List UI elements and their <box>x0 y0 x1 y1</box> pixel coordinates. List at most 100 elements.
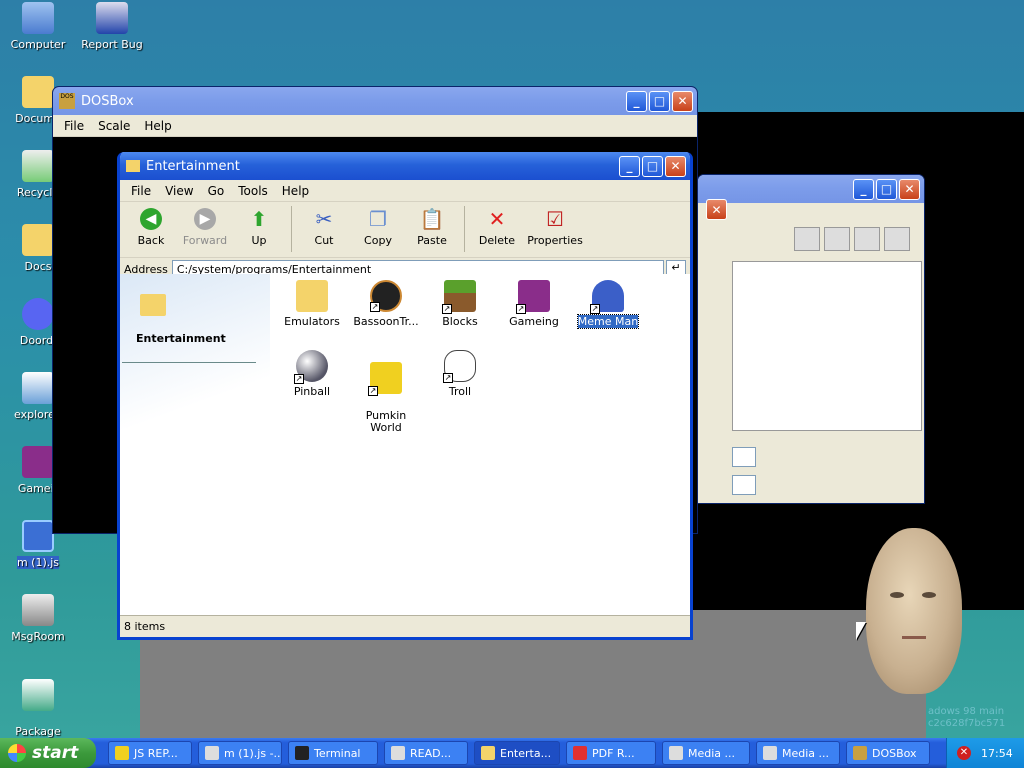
background-dialog-window[interactable]: _ □ ✕ <box>697 174 925 504</box>
minimize-button[interactable]: _ <box>626 90 647 112</box>
delete-x-icon: ✕ <box>488 207 506 231</box>
start-button[interactable]: start <box>0 738 96 768</box>
meme-man-mouth <box>902 636 926 639</box>
terminal-icon <box>295 746 309 760</box>
desktop-icon-msgroom[interactable]: MsgRoom <box>0 594 76 643</box>
game-cube-icon <box>22 446 54 478</box>
menu-help[interactable]: Help <box>137 119 178 133</box>
back-button[interactable]: ◀ Back <box>124 206 178 247</box>
taskbar-button-media-2[interactable]: Media ... <box>756 741 840 765</box>
meme-man-eye <box>922 592 936 598</box>
desktop-icon-report-bug[interactable]: Report Bug <box>74 2 150 51</box>
file-item-emulators[interactable]: Emulators <box>276 280 348 328</box>
taskbar-button-readme[interactable]: READ... <box>384 741 468 765</box>
explorer-window[interactable]: Entertainment _ □ ✕ File View Go Tools H… <box>117 152 693 640</box>
folder-icon[interactable] <box>824 227 850 251</box>
desktop-icon-label: Computer <box>10 38 66 51</box>
file-item-pinball[interactable]: ↗ Pinball <box>276 350 348 398</box>
close-button[interactable]: ✕ <box>899 178 920 200</box>
menu-go[interactable]: Go <box>201 184 232 198</box>
delete-button[interactable]: ✕ Delete <box>470 206 524 247</box>
background-dialog-field[interactable] <box>732 475 756 495</box>
taskbar-button-media-1[interactable]: Media ... <box>662 741 750 765</box>
desktop-icon-label: m (1).js <box>16 556 60 569</box>
taskbar-button-label: Enterta... <box>500 746 552 760</box>
disk-icon[interactable] <box>854 227 880 251</box>
up-button[interactable]: ⬆ Up <box>232 206 286 247</box>
tool-label: Forward <box>182 234 228 247</box>
taskbar-button-label: READ... <box>410 746 452 760</box>
taskbar-button-entertainment[interactable]: Enterta... <box>474 741 560 765</box>
paste-button[interactable]: 📋 Paste <box>405 206 459 247</box>
status-bar: 8 items <box>120 615 690 637</box>
scissors-icon: ✂ <box>315 207 333 231</box>
toolbar-separator <box>291 206 292 252</box>
taskbar-button-js-repl[interactable]: JS REP... <box>108 741 192 765</box>
explorer-titlebar[interactable]: Entertainment _ □ ✕ <box>120 152 690 180</box>
maximize-button[interactable]: □ <box>642 155 663 177</box>
minimize-button[interactable]: _ <box>619 155 640 177</box>
media-icon <box>763 746 777 760</box>
tool-label: Up <box>251 234 267 247</box>
taskbar-button-label: PDF R... <box>592 746 635 760</box>
properties-button[interactable]: ☑ Properties <box>524 206 586 247</box>
meme-man-eye <box>890 592 904 598</box>
taskbar-button-dosbox[interactable]: DOSBox <box>846 741 930 765</box>
tool-label: Paste <box>417 234 447 247</box>
recycle-bin-icon <box>22 150 54 182</box>
maximize-button[interactable]: □ <box>649 90 670 112</box>
background-dialog-titlebar[interactable]: _ □ ✕ <box>698 175 924 203</box>
menu-file[interactable]: File <box>57 119 91 133</box>
explorer-icon <box>22 372 54 404</box>
troll-face-icon: ↗ <box>443 350 476 383</box>
file-item-gameing[interactable]: ↗ Gameing <box>498 280 570 328</box>
file-item-bassoontr[interactable]: ↗ BassoonTr... <box>350 280 422 328</box>
file-item-blocks[interactable]: ↗ Blocks <box>424 280 496 328</box>
close-button[interactable]: ✕ <box>672 90 693 112</box>
file-item-label: Emulators <box>284 315 340 328</box>
meme-man-icon: ↗ <box>590 280 624 314</box>
desktop-icon-package-manager[interactable]: Package Manager <box>0 668 76 748</box>
file-item-meme-man[interactable]: ↗ Meme Man <box>572 280 644 329</box>
taskbar-button-pdf-reader[interactable]: PDF R... <box>566 741 656 765</box>
forward-arrow-icon: ▶ <box>192 206 218 232</box>
menu-view[interactable]: View <box>158 184 200 198</box>
file-item-label: BassoonTr... <box>353 315 419 328</box>
taskbar-button-m-js[interactable]: m (1).js -... <box>198 741 282 765</box>
desktop-icon-computer[interactable]: Computer <box>0 2 76 51</box>
menu-file[interactable]: File <box>124 184 158 198</box>
minimize-button[interactable]: _ <box>853 178 874 200</box>
desktop-icon-label: Report Bug <box>81 38 143 51</box>
taskbar-button-terminal[interactable]: Terminal <box>288 741 378 765</box>
menu-help[interactable]: Help <box>275 184 316 198</box>
explorer-content: Entertainment Emulators ↗ BassoonTr... ↗… <box>120 274 690 615</box>
forward-button[interactable]: ▶ Forward <box>178 206 232 247</box>
folder-icon <box>126 160 140 172</box>
folder-icon <box>140 294 166 316</box>
folder-icon <box>22 224 54 256</box>
menu-tools[interactable]: Tools <box>231 184 275 198</box>
js-icon <box>115 746 129 760</box>
side-panel-divider <box>122 362 256 363</box>
error-icon[interactable]: ✕ <box>957 746 971 760</box>
back-arrow-icon: ◀ <box>138 206 164 232</box>
properties-icon: ☑ <box>546 207 564 231</box>
pumkin-face-icon: ↗ <box>368 362 402 396</box>
menu-scale[interactable]: Scale <box>91 119 137 133</box>
copy-button[interactable]: ❐ Copy <box>351 206 405 247</box>
maximize-button[interactable]: □ <box>876 178 897 200</box>
chat-icon[interactable] <box>794 227 820 251</box>
file-item-troll[interactable]: ↗ Troll <box>424 350 496 398</box>
side-panel-title: Entertainment <box>136 332 226 345</box>
document-icon <box>391 746 405 760</box>
file-item-pumkin-world[interactable]: ↗ Pumkin World <box>350 350 422 434</box>
close-button[interactable]: ✕ <box>665 155 686 177</box>
file-item-label: Pinball <box>293 385 331 398</box>
dosbox-titlebar[interactable]: DOS DOSBox _ □ ✕ <box>53 87 697 115</box>
msgroom-icon <box>22 594 54 626</box>
settings-icon[interactable] <box>884 227 910 251</box>
background-dialog-field[interactable] <box>732 447 756 467</box>
dosbox-icon <box>853 746 867 760</box>
cut-button[interactable]: ✂ Cut <box>297 206 351 247</box>
close-button[interactable]: ✕ <box>706 199 727 220</box>
